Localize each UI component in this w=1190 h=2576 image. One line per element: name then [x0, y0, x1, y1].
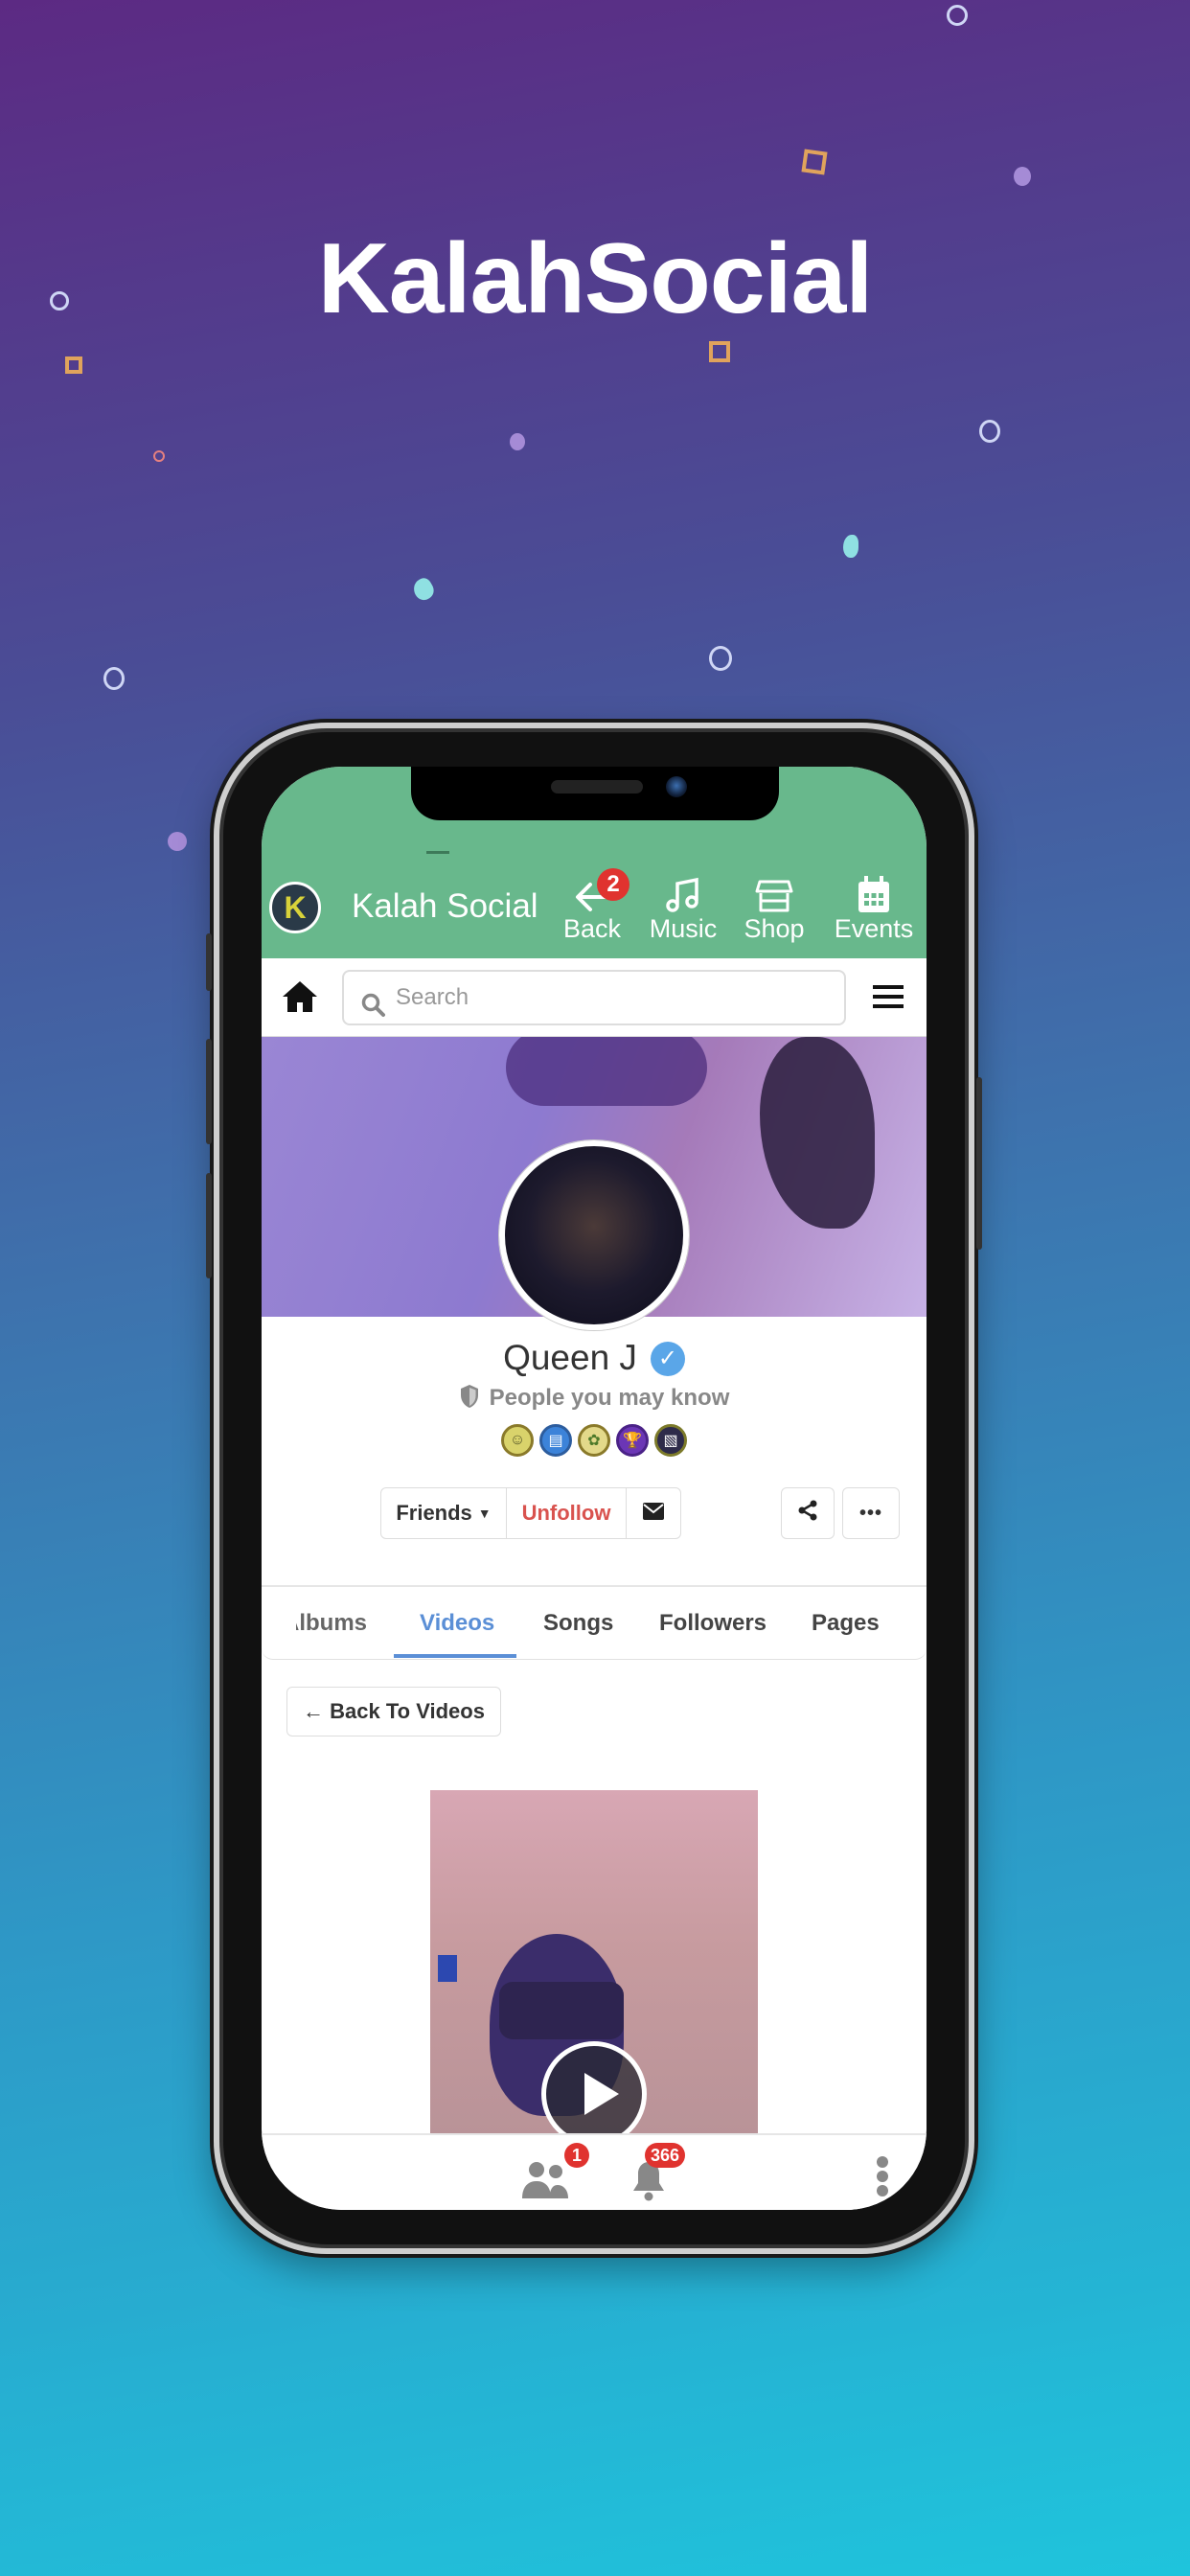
- confetti-ring: [709, 646, 732, 671]
- confetti-ring: [153, 450, 165, 462]
- message-button[interactable]: [626, 1487, 681, 1539]
- confetti-square: [801, 149, 828, 175]
- phone-screen: K Kalah Social Back 2 Music Shop Events …: [262, 767, 927, 2210]
- nav-shop-label: Shop: [744, 914, 805, 943]
- profile-name: Queen J: [503, 1338, 637, 1377]
- photo-badge-icon[interactable]: ▧: [654, 1424, 687, 1457]
- share-icon: [797, 1500, 818, 1527]
- back-to-videos-label: Back To Videos: [330, 1699, 485, 1723]
- phone-volume-up: [206, 1039, 212, 1144]
- nav-shop[interactable]: Shop: [741, 874, 808, 944]
- tab-albums-label: Albums: [283, 1610, 368, 1636]
- confetti-dot: [168, 832, 187, 851]
- envelope-icon: [643, 1501, 664, 1526]
- bottom-nav: 1 366: [262, 2133, 927, 2210]
- profile-name-row: Queen J ✓: [262, 1338, 927, 1378]
- phone-power-button: [976, 1077, 982, 1250]
- speaker: [551, 780, 643, 794]
- relation-row: People you may know: [262, 1384, 927, 1415]
- flower-badge-icon[interactable]: ✿: [578, 1424, 610, 1457]
- share-button[interactable]: [781, 1487, 835, 1539]
- nav-back-label: Back: [562, 914, 622, 943]
- caret-down-icon: ▼: [477, 1506, 492, 1521]
- confetti-ring: [103, 667, 125, 690]
- face-badge-icon[interactable]: ☺: [501, 1424, 534, 1457]
- nav-events[interactable]: Events: [833, 874, 915, 944]
- trophy-badge-icon[interactable]: 🏆: [616, 1424, 649, 1457]
- cover-photo-detail: [760, 1037, 875, 1229]
- phone-volume-down: [206, 1173, 212, 1278]
- confetti-dot: [510, 433, 525, 450]
- bell-icon: [631, 2162, 666, 2206]
- tab-videos[interactable]: Videos: [420, 1610, 494, 1637]
- phone-frame: K Kalah Social Back 2 Music Shop Events …: [206, 723, 982, 2254]
- status-indicator: [426, 851, 449, 854]
- search-placeholder: Search: [396, 984, 469, 1010]
- front-camera: [666, 776, 687, 797]
- back-to-videos-button[interactable]: ← Back To Videos: [286, 1687, 501, 1736]
- app-title: Kalah Social: [352, 887, 538, 925]
- video-detail: [438, 1955, 457, 1982]
- confetti-square: [709, 341, 730, 362]
- tab-pages[interactable]: Pages: [812, 1610, 880, 1637]
- more-vertical-icon[interactable]: [877, 2156, 890, 2196]
- search-input[interactable]: Search: [342, 970, 846, 1025]
- nav-events-label: Events: [834, 914, 914, 943]
- friends-nav-button[interactable]: 1: [522, 2143, 589, 2203]
- promo-title: KalahSocial: [317, 223, 874, 334]
- confetti-ring: [947, 5, 968, 26]
- tab-videos-label: Videos: [420, 1610, 495, 1636]
- relation-text: People you may know: [489, 1385, 730, 1411]
- confetti-square: [65, 356, 82, 374]
- logo-letter: K: [284, 889, 307, 925]
- tab-songs-label: Songs: [543, 1610, 614, 1636]
- tab-songs[interactable]: Songs: [543, 1610, 613, 1637]
- notifications-nav-button[interactable]: 366: [631, 2143, 685, 2207]
- back-badge: 2: [597, 868, 629, 901]
- phone-side-button: [206, 933, 212, 991]
- tab-albums[interactable]: Albums: [296, 1610, 367, 1637]
- arrow-left-icon: ←: [303, 1699, 331, 1723]
- notebook-badge-icon[interactable]: ▤: [539, 1424, 572, 1457]
- play-button-icon[interactable]: [541, 2041, 647, 2147]
- tab-followers-label: Followers: [659, 1610, 767, 1636]
- verified-check-icon: ✓: [650, 1342, 685, 1376]
- friends-badge: 1: [564, 2143, 589, 2168]
- notifications-badge: 366: [645, 2143, 685, 2168]
- hamburger-menu-icon[interactable]: [873, 983, 904, 1015]
- tab-pages-label: Pages: [812, 1610, 880, 1636]
- confetti-blob: [843, 535, 858, 558]
- ellipsis-icon: •••: [858, 1502, 882, 1524]
- unfollow-label: Unfollow: [521, 1501, 611, 1525]
- home-icon[interactable]: [281, 979, 319, 1019]
- tab-followers[interactable]: Followers: [659, 1610, 767, 1637]
- active-tab-indicator: [394, 1654, 516, 1658]
- profile-avatar[interactable]: [499, 1140, 689, 1330]
- confetti-blob: [409, 575, 438, 604]
- search-icon: [361, 985, 386, 1037]
- confetti-ring: [979, 420, 1000, 443]
- music-icon: [645, 874, 721, 914]
- shield-icon: [459, 1384, 480, 1415]
- more-options-button[interactable]: •••: [842, 1487, 900, 1539]
- app-logo[interactable]: K: [269, 882, 321, 933]
- profile-tabs: Albums Videos Songs Followers Pages: [262, 1587, 927, 1660]
- achievement-badges: ☺ ▤ ✿ 🏆 ▧: [501, 1424, 687, 1457]
- video-detail: [499, 1982, 624, 2039]
- friends-dropdown-button[interactable]: Friends ▼: [380, 1487, 507, 1539]
- cover-photo-detail: [506, 1037, 707, 1106]
- friends-label: Friends: [396, 1501, 472, 1525]
- calendar-icon: [833, 874, 915, 914]
- store-icon: [741, 874, 808, 914]
- nav-music[interactable]: Music: [645, 874, 721, 944]
- search-bar: Search: [262, 958, 927, 1037]
- notch: [411, 767, 779, 820]
- nav-back[interactable]: Back 2: [559, 868, 629, 944]
- users-icon: [522, 2162, 570, 2202]
- confetti-dot: [1014, 167, 1031, 186]
- nav-music-label: Music: [649, 914, 718, 943]
- unfollow-button[interactable]: Unfollow: [506, 1487, 627, 1539]
